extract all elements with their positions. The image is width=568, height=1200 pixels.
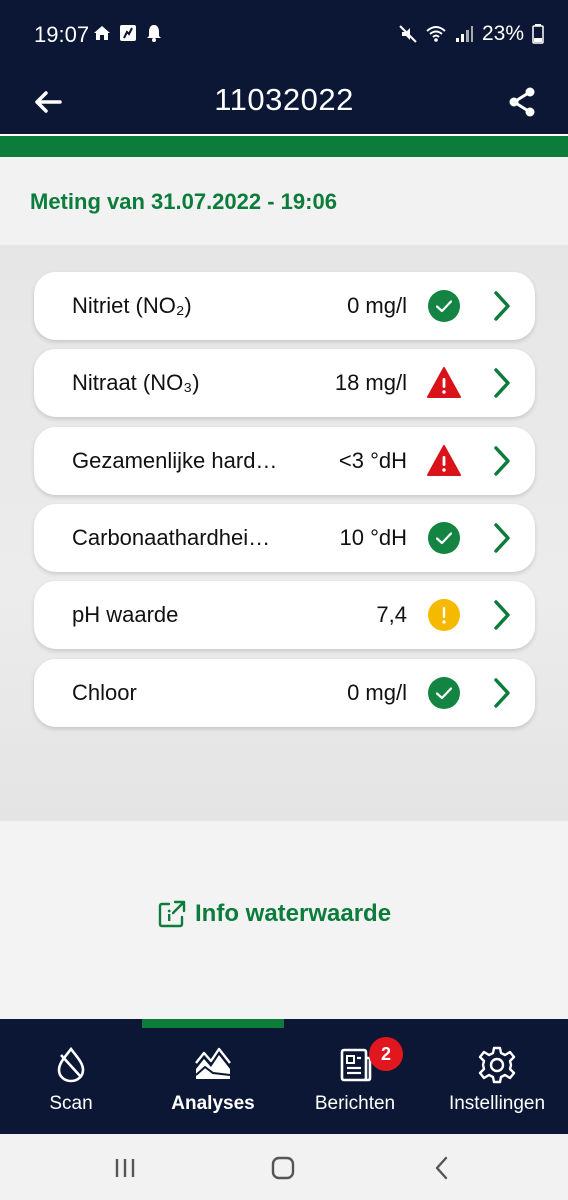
nav-item-analyses[interactable]: Analyses bbox=[142, 1019, 284, 1134]
alert-circle-icon bbox=[428, 599, 460, 631]
activity-icon bbox=[120, 25, 136, 41]
home-button-icon[interactable] bbox=[268, 1154, 298, 1182]
result-row-carbonaathardheid[interactable]: Carbonaathardhei… 10 °dH bbox=[34, 504, 535, 572]
recent-apps-icon[interactable] bbox=[110, 1154, 140, 1182]
battery-icon bbox=[532, 24, 544, 44]
check-circle-icon bbox=[428, 677, 460, 709]
chevron-right-icon bbox=[494, 291, 510, 321]
gear-icon bbox=[478, 1046, 516, 1084]
nav-label: Scan bbox=[49, 1093, 93, 1114]
notification-badge: 2 bbox=[369, 1037, 403, 1071]
chevron-right-icon bbox=[494, 523, 510, 553]
wifi-icon bbox=[426, 26, 446, 42]
chart-area-icon bbox=[195, 1047, 231, 1079]
bottom-navigation: Scan Analyses 2 Berichten Instellingen bbox=[0, 1019, 568, 1134]
info-section: Info waterwaarde bbox=[0, 821, 568, 1019]
system-navigation-bar bbox=[0, 1134, 568, 1200]
result-value: 0 mg/l bbox=[347, 293, 407, 318]
app-bar: 11032022 bbox=[0, 70, 568, 134]
status-time: 19:07 bbox=[34, 22, 90, 47]
home-icon bbox=[94, 26, 110, 40]
nav-item-scan[interactable]: Scan bbox=[0, 1019, 142, 1134]
result-name: Carbonaathardhei… bbox=[72, 525, 271, 550]
measurement-header: Meting van 31.07.2022 - 19:06 bbox=[0, 157, 568, 245]
warning-triangle-icon bbox=[427, 367, 461, 398]
status-left-icons bbox=[92, 23, 164, 43]
chevron-right-icon bbox=[494, 446, 510, 476]
result-row-nitraat[interactable]: Nitraat (NO₃) 18 mg/l bbox=[34, 349, 535, 417]
check-circle-icon bbox=[428, 290, 460, 322]
info-waterwaarde-link[interactable]: Info waterwaarde bbox=[157, 899, 391, 929]
status-bar: 19:07 23% bbox=[0, 0, 568, 70]
mute-icon bbox=[399, 25, 417, 43]
result-row-ph-waarde[interactable]: pH waarde 7,4 bbox=[34, 581, 535, 649]
chevron-right-icon bbox=[494, 600, 510, 630]
battery-percent: 23% bbox=[481, 22, 524, 45]
result-row-chloor[interactable]: Chloor 0 mg/l bbox=[34, 659, 535, 727]
check-circle-icon bbox=[428, 522, 460, 554]
alarm-icon bbox=[147, 25, 161, 42]
back-nav-icon[interactable] bbox=[427, 1154, 457, 1182]
nav-item-instellingen[interactable]: Instellingen bbox=[426, 1019, 568, 1134]
nav-label: Analyses bbox=[171, 1093, 255, 1114]
result-value: 0 mg/l bbox=[347, 680, 407, 705]
results-list: Nitriet (NO₂) 0 mg/l Nitraat (NO₃) 18 mg… bbox=[0, 245, 568, 821]
result-name: Nitriet (NO₂) bbox=[72, 293, 192, 318]
result-value: 7,4 bbox=[376, 602, 407, 627]
progress-accent-bar bbox=[0, 134, 568, 157]
page-title: 11032022 bbox=[214, 82, 354, 117]
share-icon[interactable] bbox=[504, 84, 540, 120]
nav-label: Berichten bbox=[314, 1093, 396, 1114]
water-drop-icon bbox=[57, 1046, 85, 1083]
measurement-label: Meting van 31.07.2022 - 19:06 bbox=[30, 189, 337, 214]
nav-label: Instellingen bbox=[448, 1093, 546, 1114]
chevron-right-icon bbox=[494, 368, 510, 398]
status-right-icons: 23% bbox=[398, 22, 544, 46]
nav-item-berichten[interactable]: 2 Berichten bbox=[284, 1019, 426, 1134]
result-name: pH waarde bbox=[72, 602, 179, 627]
result-value: <3 °dH bbox=[338, 448, 407, 473]
external-link-icon bbox=[158, 900, 186, 928]
result-name: Gezamenlijke hard… bbox=[72, 448, 278, 473]
result-name: Chloor bbox=[72, 680, 137, 705]
result-value: 10 °dH bbox=[339, 525, 407, 550]
result-value: 18 mg/l bbox=[334, 370, 407, 395]
result-name: Nitraat (NO₃) bbox=[72, 370, 200, 395]
signal-icon bbox=[455, 26, 473, 42]
info-link-label: Info waterwaarde bbox=[195, 900, 392, 927]
chevron-right-icon bbox=[494, 678, 510, 708]
result-row-gezamenlijke-hardheid[interactable]: Gezamenlijke hard… <3 °dH bbox=[34, 427, 535, 495]
result-row-nitriet[interactable]: Nitriet (NO₂) 0 mg/l bbox=[34, 272, 535, 340]
warning-triangle-icon bbox=[427, 445, 461, 476]
